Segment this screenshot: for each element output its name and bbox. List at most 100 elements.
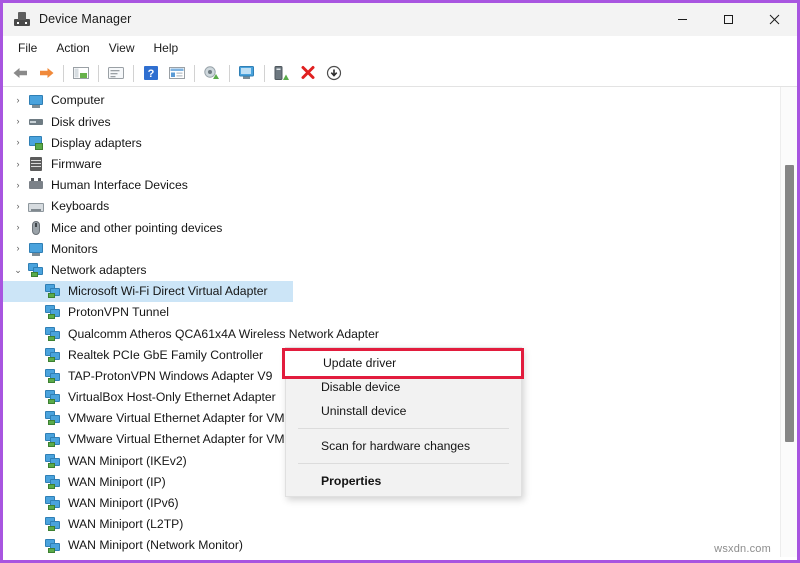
context-menu-item-scan-for-hardware-changes[interactable]: Scan for hardware changes bbox=[286, 434, 521, 458]
chevron-right-icon[interactable]: › bbox=[12, 138, 24, 147]
context-menu-item-update-driver-label: Update driver bbox=[323, 356, 397, 370]
menu-action[interactable]: Action bbox=[47, 39, 98, 57]
show-hide-console-tree-icon[interactable] bbox=[69, 62, 93, 84]
device-manager-window: Device Manager File Action View Help ? ›… bbox=[0, 0, 800, 563]
tree-item-label: Network adapters bbox=[51, 262, 147, 277]
disable-device-icon[interactable] bbox=[322, 62, 346, 84]
menu-help[interactable]: Help bbox=[145, 39, 188, 57]
chevron-right-icon[interactable]: › bbox=[12, 223, 24, 232]
tree-item[interactable]: Microsoft Wi-Fi Direct Virtual Adapter bbox=[3, 280, 293, 302]
netcat-icon bbox=[45, 495, 61, 511]
enable-device-icon[interactable] bbox=[270, 62, 294, 84]
netcat-icon bbox=[45, 516, 61, 532]
tree-item-label: Monitors bbox=[51, 241, 98, 256]
tree-item-label: VMware Virtual Ethernet Adapter for VMne… bbox=[68, 432, 309, 447]
tree-item-label: WAN Miniport (IP) bbox=[68, 474, 166, 489]
context-menu-item-properties[interactable]: Properties bbox=[286, 469, 521, 493]
context-menu-separator bbox=[298, 428, 509, 429]
properties-icon[interactable] bbox=[104, 62, 128, 84]
tree-item-label: Disk drives bbox=[51, 114, 111, 129]
menu-file[interactable]: File bbox=[9, 39, 46, 57]
vertical-scrollbar-thumb[interactable] bbox=[785, 165, 794, 442]
tree-item-label: WAN Miniport (IKEv2) bbox=[68, 453, 187, 468]
netcat-icon bbox=[28, 262, 44, 278]
netcat-icon bbox=[45, 326, 61, 342]
tree-item-label: Computer bbox=[51, 93, 105, 108]
device-manager-icon bbox=[14, 11, 30, 27]
monitor-icon bbox=[28, 241, 44, 257]
tree-item[interactable]: › Human Interface Devices bbox=[3, 175, 773, 196]
scan-hardware-changes-icon[interactable] bbox=[235, 62, 259, 84]
tree-item[interactable]: WAN Miniport (Network Monitor) bbox=[3, 535, 773, 556]
context-menu-separator bbox=[298, 463, 509, 464]
window-controls bbox=[659, 3, 797, 36]
back-icon[interactable] bbox=[8, 62, 32, 84]
tree-item[interactable]: WAN Miniport (L2TP) bbox=[3, 514, 773, 535]
tree-item-label: VirtualBox Host-Only Ethernet Adapter bbox=[68, 390, 276, 405]
tree-item[interactable]: › Computer bbox=[3, 90, 773, 111]
tree-item-label: Display adapters bbox=[51, 135, 142, 150]
tree-item[interactable]: › Firmware bbox=[3, 154, 773, 175]
uninstall-device-icon[interactable] bbox=[296, 62, 320, 84]
svg-text:?: ? bbox=[148, 68, 155, 80]
tree-item[interactable]: › Display adapters bbox=[3, 132, 773, 153]
chevron-right-icon[interactable]: › bbox=[12, 244, 24, 253]
close-icon[interactable] bbox=[751, 3, 797, 36]
tree-item-label: WAN Miniport (Network Monitor) bbox=[68, 538, 243, 553]
update-driver-icon[interactable] bbox=[200, 62, 224, 84]
netcat-icon bbox=[45, 453, 61, 469]
toolbar-separator bbox=[264, 64, 265, 82]
tree-item[interactable]: › Mice and other pointing devices bbox=[3, 217, 773, 238]
chevron-right-icon[interactable]: › bbox=[12, 96, 24, 105]
tree-item-label: WAN Miniport (IPv6) bbox=[68, 496, 179, 511]
tree-item-label: Firmware bbox=[51, 157, 102, 172]
mouse-icon bbox=[28, 220, 44, 236]
menu-bar: File Action View Help bbox=[3, 36, 797, 60]
tree-item-label: Keyboards bbox=[51, 199, 110, 214]
forward-icon[interactable] bbox=[34, 62, 58, 84]
chevron-right-icon[interactable]: › bbox=[12, 202, 24, 211]
tree-item[interactable]: ⌄ Network adapters bbox=[3, 260, 773, 281]
netcat-icon bbox=[45, 474, 61, 490]
view-icon[interactable] bbox=[165, 62, 189, 84]
vertical-scrollbar[interactable] bbox=[780, 87, 797, 557]
tree-item[interactable]: › Disk drives bbox=[3, 111, 773, 132]
help-icon[interactable]: ? bbox=[139, 62, 163, 84]
tree-item-label: Realtek PCIe GbE Family Controller bbox=[68, 347, 264, 362]
tree-item[interactable]: › Monitors bbox=[3, 238, 773, 259]
hid-icon bbox=[28, 177, 44, 193]
tree-item[interactable]: Qualcomm Atheros QCA61x4A Wireless Netwo… bbox=[3, 323, 773, 344]
title-bar: Device Manager bbox=[3, 3, 797, 36]
tree-item-label: TAP-ProtonVPN Windows Adapter V9 bbox=[68, 368, 273, 383]
maximize-icon[interactable] bbox=[705, 3, 751, 36]
tree-item-label: Human Interface Devices bbox=[51, 178, 188, 193]
tree-item[interactable]: WAN Miniport (PPPOE) bbox=[3, 556, 773, 557]
netcat-icon bbox=[45, 410, 61, 426]
toolbar-separator bbox=[194, 64, 195, 82]
netcat-icon bbox=[45, 347, 61, 363]
update-driver-highlight-annotation[interactable]: Update driver bbox=[282, 348, 524, 379]
tree-item-label: VMware Virtual Ethernet Adapter for VMne… bbox=[68, 411, 309, 426]
netcat-icon bbox=[45, 432, 61, 448]
minimize-icon[interactable] bbox=[659, 3, 705, 36]
netcat-icon bbox=[45, 389, 61, 405]
menu-view[interactable]: View bbox=[100, 39, 144, 57]
window-title: Device Manager bbox=[39, 12, 132, 26]
chevron-right-icon[interactable]: › bbox=[12, 159, 24, 169]
tree-item[interactable]: › Keyboards bbox=[3, 196, 773, 217]
toolbar-separator bbox=[229, 64, 230, 82]
context-menu-item-uninstall-device[interactable]: Uninstall device bbox=[286, 399, 521, 423]
toolbar-separator bbox=[133, 64, 134, 82]
chevron-right-icon[interactable]: › bbox=[12, 180, 24, 190]
netcat-icon bbox=[45, 538, 61, 554]
tree-item-label: Microsoft Wi-Fi Direct Virtual Adapter bbox=[68, 284, 268, 299]
tree-item-label: WAN Miniport (L2TP) bbox=[68, 517, 184, 532]
chevron-down-icon[interactable]: ⌄ bbox=[12, 265, 24, 275]
monitor-icon bbox=[28, 93, 44, 109]
disk-icon bbox=[28, 114, 44, 130]
keyboard-icon bbox=[28, 199, 44, 215]
chevron-right-icon[interactable]: › bbox=[12, 117, 24, 126]
tree-item[interactable]: ProtonVPN Tunnel bbox=[3, 302, 773, 323]
watermark: wsxdn.com bbox=[714, 543, 771, 555]
netcat-icon bbox=[45, 283, 61, 299]
